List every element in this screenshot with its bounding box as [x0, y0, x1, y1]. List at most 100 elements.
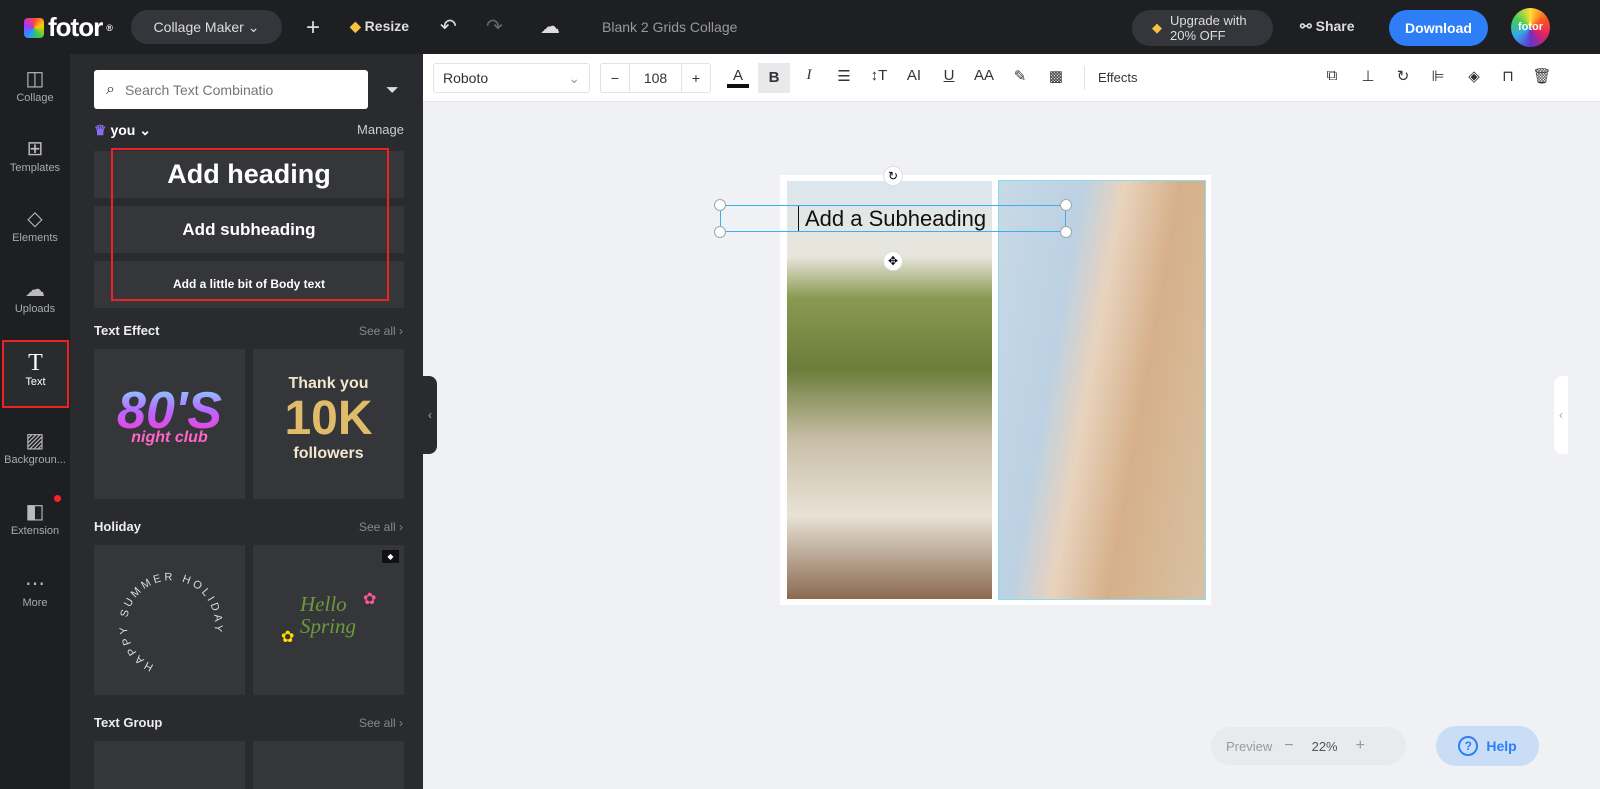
highlight-icon[interactable]: ✎ [1009, 67, 1031, 85]
increase-size-button[interactable]: + [682, 64, 710, 92]
delete-icon[interactable]: 🗑 [1531, 67, 1553, 85]
rotate-handle-icon[interactable]: ↻ [883, 166, 903, 186]
diamond-icon: ◆ [350, 18, 361, 34]
rotate-icon[interactable]: ↻ [1392, 67, 1414, 85]
rail-templates[interactable]: ⊞Templates [0, 124, 70, 194]
text-icon: T [4, 350, 67, 376]
rail-background[interactable]: ▨Backgroun... [0, 416, 70, 486]
zoom-in-button[interactable]: + [1356, 737, 1365, 755]
rail-more[interactable]: ⋯More [0, 559, 70, 629]
rail-uploads[interactable]: ☁Uploads [0, 265, 70, 335]
circular-holiday-text: HAPPY SUMMER HOLIDAY [118, 571, 224, 673]
manage-link[interactable]: Manage [357, 122, 404, 137]
move-handle-icon[interactable]: ✥ [883, 251, 903, 271]
holiday-spring[interactable]: ◆ HelloSpring ✿ ✿ [253, 545, 404, 695]
format-painter-icon[interactable]: ⊥ [1357, 67, 1379, 85]
spacing-icon[interactable]: ↕T [868, 67, 890, 84]
text-group-item[interactable] [94, 741, 245, 789]
zoom-out-button[interactable]: − [1284, 737, 1293, 755]
more-icon: ⋯ [0, 571, 70, 597]
photo-couple-beach[interactable] [999, 181, 1205, 599]
rail-collage[interactable]: ◫Collage [0, 54, 70, 124]
search-input[interactable]: ⌕ [94, 70, 368, 109]
user-dropdown[interactable]: ♛ you ⌄ [94, 122, 151, 139]
text-effect-80s[interactable]: 80'S night club [94, 349, 245, 499]
font-size-value[interactable]: 108 [629, 64, 682, 92]
zoom-control: Preview − 22% + [1211, 727, 1406, 765]
help-icon: ? [1458, 736, 1478, 756]
flower-icon: ✿ [363, 589, 376, 609]
cloud-upload-icon[interactable]: ☁ [540, 14, 560, 39]
effect-10k-text: 10K [253, 393, 404, 445]
resize-button[interactable]: ◆ Resize [350, 18, 409, 35]
collage-canvas[interactable] [780, 175, 1211, 605]
upload-icon: ☁ [0, 277, 70, 303]
font-select[interactable]: Roboto⌄ [433, 63, 590, 93]
filter-icon[interactable]: ⏷ [386, 82, 399, 100]
download-button[interactable]: Download [1389, 10, 1488, 46]
italic-icon[interactable]: I [798, 67, 820, 84]
section-title: Text Effect [94, 323, 160, 338]
document-title[interactable]: Blank 2 Grids Collage [602, 19, 737, 35]
text-effect-10k[interactable]: Thank you 10K followers [253, 349, 404, 499]
avatar[interactable]: fotor [1511, 8, 1550, 47]
add-icon[interactable]: + [306, 14, 320, 42]
lock-icon[interactable]: ⊓ [1497, 67, 1519, 85]
resize-handle[interactable] [714, 226, 726, 238]
rail-elements[interactable]: ◇Elements [0, 194, 70, 264]
bold-icon[interactable]: B [758, 63, 790, 93]
photo-couple-picnic[interactable] [787, 181, 992, 599]
transparency-icon[interactable]: ▩ [1045, 67, 1067, 85]
rail-extension[interactable]: ◧Extension [0, 487, 70, 557]
notification-dot [54, 495, 61, 502]
premium-diamond-icon: ◆ [382, 550, 399, 563]
section-title: Text Group [94, 715, 162, 730]
help-button[interactable]: ?Help [1436, 726, 1539, 766]
share-icon: ⚯ [1300, 18, 1312, 34]
duplicate-icon[interactable]: ⧉ [1321, 67, 1343, 84]
rail-text[interactable]: TText [2, 340, 69, 408]
background-icon: ▨ [0, 428, 70, 454]
resize-handle[interactable] [1060, 199, 1072, 211]
case-icon[interactable]: AI [903, 67, 925, 84]
top-bar: fotor® Collage Maker ⌄ + ◆ Resize ↶ ↷ ☁ … [0, 0, 1600, 54]
see-all-link[interactable]: See all › [359, 520, 403, 534]
share-button[interactable]: ⚯ Share [1300, 18, 1355, 35]
templates-icon: ⊞ [0, 136, 70, 162]
layers-icon[interactable]: ◈ [1463, 67, 1485, 85]
see-all-link[interactable]: See all › [359, 324, 403, 338]
canvas-subheading-text[interactable]: Add a Subheading [798, 206, 986, 231]
selected-text-box[interactable]: Add a Subheading [720, 205, 1066, 232]
collapse-panel-button[interactable]: ‹ [423, 376, 437, 454]
right-panel-toggle[interactable]: ‹ [1554, 376, 1568, 454]
see-all-link[interactable]: See all › [359, 716, 403, 730]
text-color-icon[interactable]: A [727, 67, 749, 88]
font-style-icon[interactable]: AA [973, 67, 995, 84]
zoom-level: 22% [1312, 739, 1338, 754]
preview-button[interactable]: Preview [1226, 739, 1272, 754]
align-left-icon[interactable]: ⊫ [1427, 67, 1449, 85]
text-group-item[interactable] [253, 741, 404, 789]
collage-maker-dropdown[interactable]: Collage Maker ⌄ [131, 10, 282, 44]
elements-icon: ◇ [0, 206, 70, 232]
crown-icon: ♛ [94, 122, 107, 138]
redo-icon[interactable]: ↷ [486, 14, 503, 39]
font-size-stepper[interactable]: − 108 + [600, 63, 711, 93]
decrease-size-button[interactable]: − [601, 64, 629, 92]
resize-handle[interactable] [714, 199, 726, 211]
effects-button[interactable]: Effects [1098, 70, 1138, 85]
resize-handle[interactable] [1060, 226, 1072, 238]
hello-text: Hello [300, 593, 356, 615]
extension-icon: ◧ [0, 499, 70, 525]
underline-icon[interactable]: U [938, 67, 960, 84]
upgrade-button[interactable]: ◆Upgrade with 20% OFF [1132, 10, 1273, 46]
holiday-summer[interactable]: HAPPY SUMMER HOLIDAY [94, 545, 245, 695]
align-icon[interactable]: ☰ [833, 67, 855, 85]
fotor-logo[interactable]: fotor® [24, 12, 112, 43]
circular-text: HAPPY SUMMER HOLIDAY [94, 545, 245, 695]
search-icon: ⌕ [106, 81, 115, 99]
text-panel: ⌕ ⏷ ♛ you ⌄ Manage Add heading Add subhe… [70, 54, 423, 789]
undo-icon[interactable]: ↶ [440, 14, 457, 39]
search-field[interactable] [125, 82, 345, 98]
section-title: Holiday [94, 519, 141, 534]
